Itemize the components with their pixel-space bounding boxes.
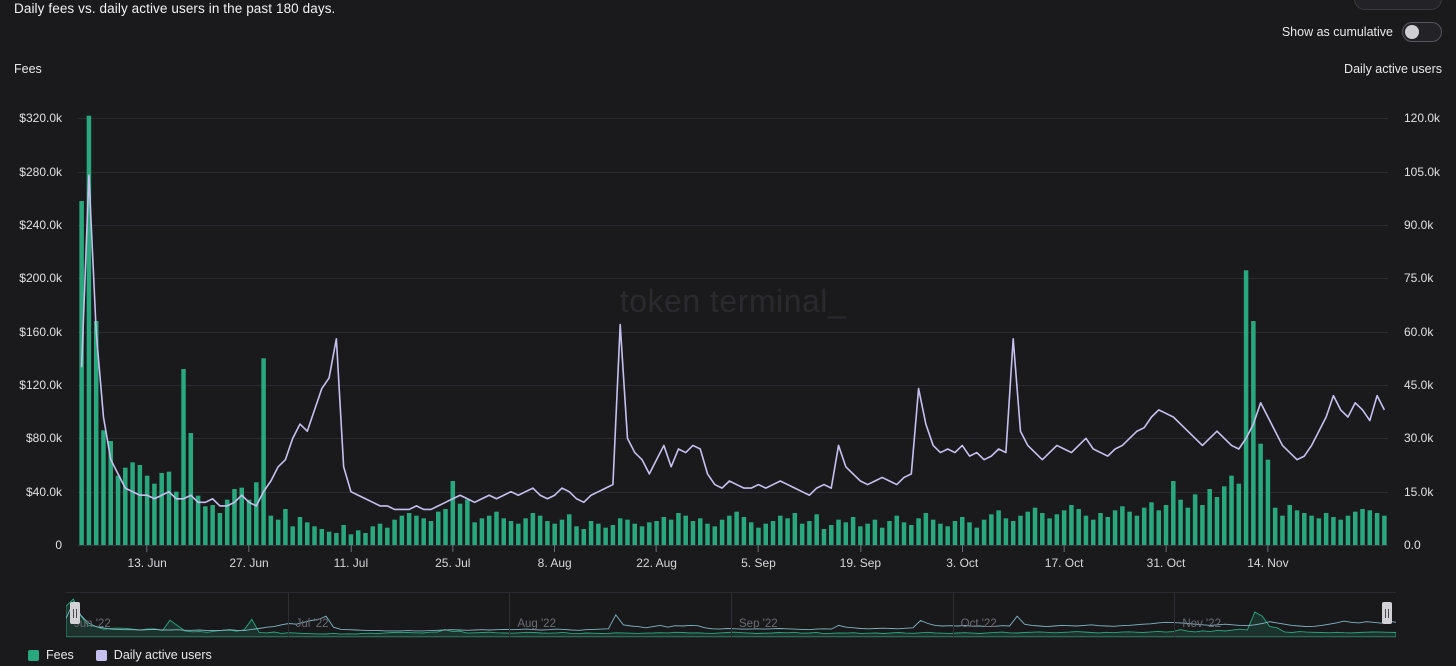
- navigator-divider: [953, 593, 954, 637]
- legend-swatch-fees: [28, 650, 39, 661]
- left-axis-tick-label: $120.0k: [19, 378, 62, 392]
- show-as-cumulative-toggle[interactable]: [1402, 22, 1442, 42]
- page-title: Daily fees vs. daily active users in the…: [14, 1, 335, 16]
- chart-plot-area[interactable]: token terminal_ 0$40.0k$80.0k$120.0k$160…: [78, 105, 1388, 545]
- navigator-month-label: Jul '22: [292, 618, 329, 630]
- left-axis-tick-label: 0: [55, 538, 62, 552]
- x-axis-tick: 25. Jul: [435, 545, 470, 570]
- x-axis-tick: 27. Jun: [229, 545, 268, 570]
- left-axis-tick-label: $80.0k: [26, 431, 62, 445]
- right-axis-tick-label: 120.0k: [1404, 111, 1440, 125]
- chart-legend: Fees Daily active users: [28, 648, 212, 662]
- right-axis-title: Daily active users: [1344, 62, 1442, 76]
- left-axis-tick-label: $40.0k: [26, 485, 62, 499]
- x-axis-tick: 5. Sep: [741, 545, 776, 570]
- legend-swatch-daily-active-users: [96, 650, 107, 661]
- left-axis-tick-label: $280.0k: [19, 165, 62, 179]
- navigator-month-label: Sep '22: [735, 618, 778, 630]
- right-axis-tick-label: 45.0k: [1404, 378, 1433, 392]
- left-axis-title: Fees: [14, 62, 42, 76]
- navigator-month-label: Aug '22: [513, 618, 556, 630]
- x-axis-tick: 31. Oct: [1147, 545, 1186, 570]
- x-axis-tick: 19. Sep: [840, 545, 881, 570]
- x-axis-tick: 22. Aug: [636, 545, 677, 570]
- x-axis-tick: 8. Aug: [538, 545, 572, 570]
- range-end-handle[interactable]: [1382, 602, 1392, 624]
- x-axis-tick: 3. Oct: [946, 545, 978, 570]
- navigator-divider: [288, 593, 289, 637]
- x-axis-tick: 14. Nov: [1247, 545, 1288, 570]
- gridline: [78, 545, 1388, 546]
- legend-label-daily-active-users: Daily active users: [114, 648, 212, 662]
- navigator-month-label: Nov '22: [1178, 618, 1221, 630]
- navigator-divider: [1174, 593, 1175, 637]
- right-axis-tick-label: 75.0k: [1404, 271, 1433, 285]
- right-axis-tick-label: 30.0k: [1404, 431, 1433, 445]
- legend-item-daily-active-users[interactable]: Daily active users: [96, 648, 212, 662]
- left-axis-tick-label: $320.0k: [19, 111, 62, 125]
- range-start-handle[interactable]: [70, 602, 80, 624]
- left-axis-tick-label: $240.0k: [19, 218, 62, 232]
- right-axis-tick-label: 60.0k: [1404, 325, 1433, 339]
- show-as-cumulative-label: Show as cumulative: [1282, 25, 1393, 39]
- daily-active-users-line: [82, 175, 1385, 509]
- top-right-button[interactable]: [1354, 0, 1442, 10]
- chart-series: [78, 105, 1388, 545]
- right-axis-tick-label: 105.0k: [1404, 165, 1440, 179]
- left-axis-tick-label: $200.0k: [19, 271, 62, 285]
- right-axis-tick-label: 0.0: [1404, 538, 1421, 552]
- navigator-divider: [731, 593, 732, 637]
- show-as-cumulative-control[interactable]: Show as cumulative: [1282, 22, 1442, 42]
- right-axis-tick-label: 15.0k: [1404, 485, 1433, 499]
- legend-item-fees[interactable]: Fees: [28, 648, 74, 662]
- legend-label-fees: Fees: [46, 648, 74, 662]
- x-axis-tick: 11. Jul: [334, 545, 368, 570]
- navigator-month-label: Oct '22: [957, 618, 997, 630]
- right-axis-tick-label: 90.0k: [1404, 218, 1433, 232]
- x-axis-tick: 17. Oct: [1045, 545, 1084, 570]
- left-axis-tick-label: $160.0k: [19, 325, 62, 339]
- x-axis-tick: 13. Jun: [127, 545, 166, 570]
- toggle-knob: [1405, 25, 1419, 39]
- fees-bars: [79, 116, 1386, 545]
- range-navigator[interactable]: Jun '22Jul '22Aug '22Sep '22Oct '22Nov '…: [66, 592, 1396, 638]
- navigator-divider: [509, 593, 510, 637]
